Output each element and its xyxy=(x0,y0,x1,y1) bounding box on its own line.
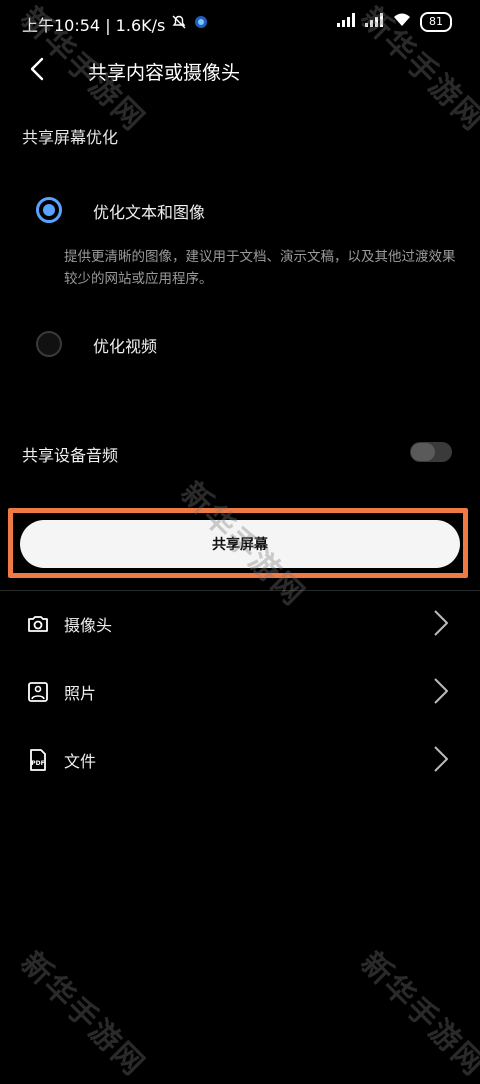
audio-toggle[interactable] xyxy=(410,442,452,462)
chevron-right-icon xyxy=(430,608,450,638)
radio-selected[interactable] xyxy=(36,197,62,223)
watermark: 新华手游网 xyxy=(353,945,480,1084)
option-description: 提供更清晰的图像，建议用于文档、演示文稿，以及其他过渡效果较少的网站或应用程序。 xyxy=(64,249,456,287)
list-label: 摄像头 xyxy=(64,616,113,635)
photo-icon xyxy=(26,680,50,704)
option-text-images[interactable]: 优化文本和图像 xyxy=(0,188,480,232)
chevron-right-icon xyxy=(430,676,450,706)
audio-row: 共享设备音频 xyxy=(0,430,480,474)
divider xyxy=(0,590,480,591)
mute-icon xyxy=(171,14,187,34)
svg-text:PDF: PDF xyxy=(31,760,44,767)
list-label: 文件 xyxy=(64,752,97,771)
watermark: 新华手游网 xyxy=(13,945,152,1084)
radio-unselected[interactable] xyxy=(36,331,62,357)
option-label: 优化视频 xyxy=(93,337,158,356)
list-item-photos[interactable]: 照片 xyxy=(0,664,480,720)
section-label-optimization: 共享屏幕优化 xyxy=(22,128,119,147)
option-label: 优化文本和图像 xyxy=(93,203,206,222)
toggle-knob xyxy=(411,443,435,461)
battery-indicator: 81 xyxy=(420,12,452,32)
audio-label: 共享设备音频 xyxy=(22,446,119,465)
app-icon xyxy=(193,14,209,34)
list-item-files[interactable]: PDF 文件 xyxy=(0,732,480,788)
pdf-file-icon: PDF xyxy=(26,748,50,772)
option-video[interactable]: 优化视频 xyxy=(0,322,480,366)
list-label: 照片 xyxy=(64,684,97,703)
camera-icon xyxy=(26,612,50,636)
list-item-camera[interactable]: 摄像头 xyxy=(0,596,480,652)
signal-icon xyxy=(336,12,356,32)
chevron-right-icon xyxy=(430,744,450,774)
